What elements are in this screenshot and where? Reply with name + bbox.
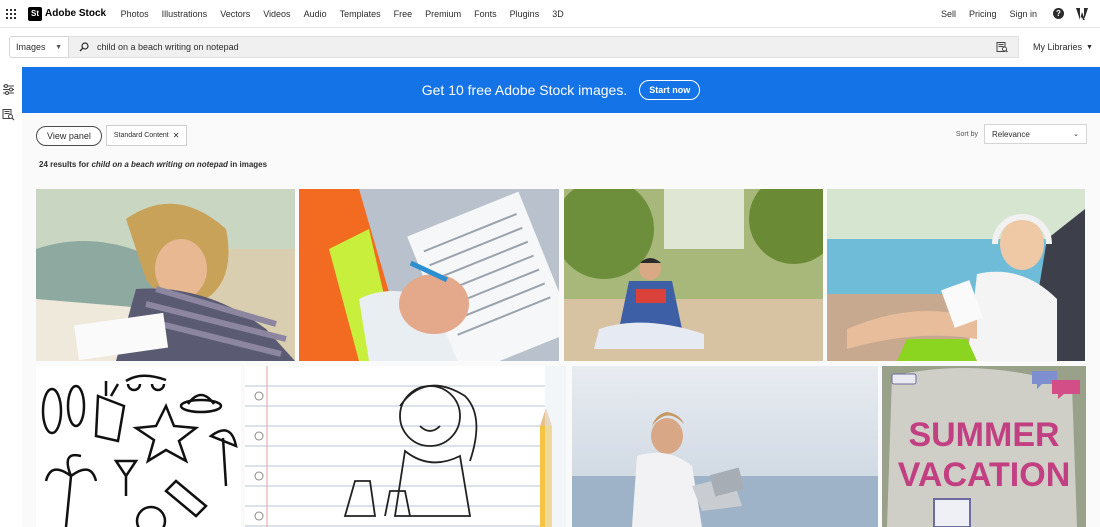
- sort-control: Sort by Relevance ⌄: [956, 124, 1087, 144]
- close-icon[interactable]: ✕: [173, 131, 180, 140]
- visual-search-icon[interactable]: [2, 108, 15, 121]
- app-switcher-icon[interactable]: [6, 8, 16, 19]
- sell-link[interactable]: Sell: [941, 9, 956, 19]
- nav-videos[interactable]: Videos: [257, 9, 297, 19]
- results-query: child on a beach writing on notepad: [91, 160, 228, 169]
- filters-icon[interactable]: [2, 83, 15, 96]
- my-libraries-label: My Libraries: [1033, 42, 1083, 52]
- adobe-stock-logo[interactable]: St Adobe Stock: [28, 6, 107, 21]
- chevron-down-icon: ▼: [1086, 43, 1093, 51]
- nav-free[interactable]: Free: [387, 9, 419, 19]
- thumbnail-hand-writing-form[interactable]: [299, 189, 559, 361]
- visual-search-icon[interactable]: [996, 41, 1008, 53]
- start-now-button[interactable]: Start now: [639, 80, 701, 100]
- filter-chip-label: Standard Content: [113, 132, 169, 139]
- search-scope-select[interactable]: Images ▼: [9, 36, 69, 58]
- view-panel-button[interactable]: View panel: [36, 125, 102, 146]
- search-input[interactable]: child on a beach writing on notepad: [69, 36, 1019, 58]
- sort-select[interactable]: Relevance ⌄: [984, 124, 1087, 144]
- chevron-down-icon: ⌄: [1073, 131, 1079, 138]
- pricing-link[interactable]: Pricing: [969, 9, 997, 19]
- search-icon: [79, 42, 89, 52]
- results-prefix: 24 results for: [39, 160, 92, 169]
- summer-text: SUMMER: [908, 416, 1059, 454]
- banner-text: Get 10 free Adobe Stock images.: [421, 82, 628, 98]
- search-row: Images ▼ child on a beach writing on not…: [0, 28, 1100, 66]
- adobe-icon[interactable]: [1076, 7, 1088, 20]
- results-area: View panel Standard Content ✕ Sort by Re…: [22, 113, 1100, 527]
- sort-value: Relevance: [992, 129, 1030, 139]
- top-nav: St Adobe Stock Photos Illustrations Vect…: [0, 0, 1100, 28]
- nav-illustrations[interactable]: Illustrations: [155, 9, 214, 19]
- nav-photos[interactable]: Photos: [114, 9, 155, 19]
- nav-links: Photos Illustrations Vectors Videos Audi…: [114, 9, 570, 19]
- filter-chip-standard-content[interactable]: Standard Content ✕: [105, 125, 188, 146]
- sign-in-link[interactable]: Sign in: [1009, 9, 1037, 19]
- promo-banner: Get 10 free Adobe Stock images. Start no…: [22, 67, 1100, 113]
- sort-label: Sort by: [955, 130, 978, 138]
- thumbnail-boy-headphones-pool[interactable]: [827, 189, 1085, 361]
- search-scope-value: Images: [16, 42, 46, 52]
- search-query[interactable]: child on a beach writing on notepad: [97, 42, 996, 52]
- nav-plugins[interactable]: Plugins: [503, 9, 546, 19]
- results-count: 24 results for child on a beach writing …: [39, 160, 267, 169]
- nav-templates[interactable]: Templates: [333, 9, 387, 19]
- brand-name: Adobe Stock: [45, 8, 107, 19]
- thumbnail-girl-writing-beach[interactable]: [36, 189, 295, 361]
- thumbnail-summer-vacation[interactable]: SUMMER VACATION: [882, 366, 1086, 527]
- thumbnail-girl-sandcastle-coloring[interactable]: [245, 366, 566, 527]
- filter-bar: View panel Standard Content ✕: [36, 125, 188, 146]
- nav-fonts[interactable]: Fonts: [468, 9, 504, 19]
- thumbnail-beach-doodles[interactable]: [36, 366, 241, 527]
- nav-right: Sell Pricing Sign in ?: [928, 7, 1100, 20]
- thumbnail-child-reading-sand[interactable]: [564, 189, 823, 361]
- nav-audio[interactable]: Audio: [297, 9, 333, 19]
- my-libraries-button[interactable]: My Libraries ▼: [1033, 42, 1093, 52]
- chevron-down-icon: ▼: [55, 43, 62, 51]
- vacation-text: VACATION: [898, 456, 1071, 494]
- results-suffix: in images: [227, 160, 268, 169]
- thumbnail-woman-laptop-sea[interactable]: [572, 366, 878, 527]
- help-icon[interactable]: ?: [1053, 8, 1064, 19]
- nav-premium[interactable]: Premium: [419, 9, 468, 19]
- stock-logo-icon: St: [28, 6, 42, 21]
- left-rail: [0, 66, 22, 527]
- nav-3d[interactable]: 3D: [546, 9, 571, 19]
- nav-vectors[interactable]: Vectors: [214, 9, 257, 19]
